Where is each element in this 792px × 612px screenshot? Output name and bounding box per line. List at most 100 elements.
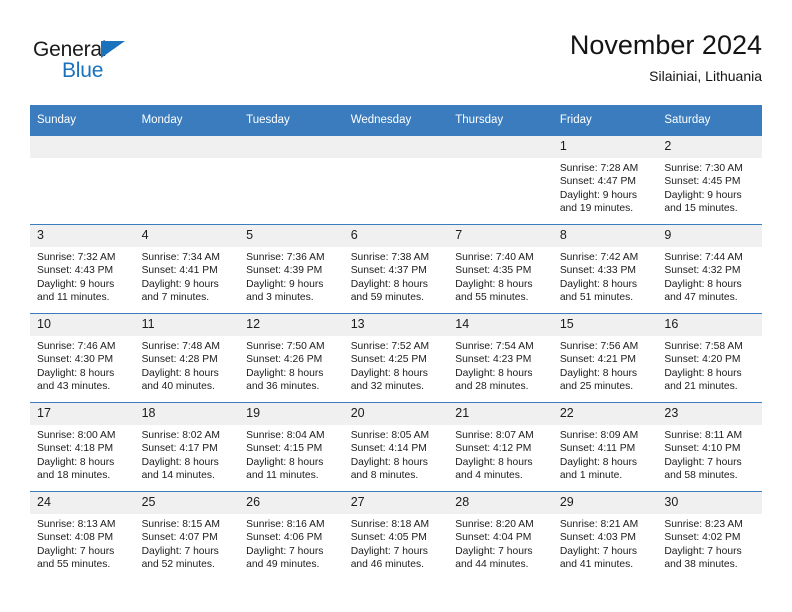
day-cell[interactable]: 16 Sunrise: 7:58 AM Sunset: 4:20 PM Dayl…: [657, 313, 762, 403]
daylight-text-line1: Daylight: 8 hours: [141, 456, 219, 468]
day-cell[interactable]: 21 Sunrise: 8:07 AM Sunset: 4:12 PM Dayl…: [448, 402, 553, 492]
day-cell[interactable]: 25 Sunrise: 8:15 AM Sunset: 4:07 PM Dayl…: [134, 491, 240, 580]
day-cell[interactable]: [134, 136, 240, 225]
daylight-text-line2: and 59 minutes.: [350, 292, 424, 304]
sunset-text: Sunset: 4:02 PM: [664, 532, 741, 544]
weekday-header-thursday: Thursday: [448, 105, 553, 136]
day-cell[interactable]: 30 Sunrise: 8:23 AM Sunset: 4:02 PM Dayl…: [657, 491, 762, 580]
day-cell[interactable]: [239, 136, 344, 225]
daylight-text-line2: and 44 minutes.: [455, 559, 529, 571]
day-details: Sunrise: 7:34 AM Sunset: 4:41 PM Dayligh…: [135, 247, 240, 305]
daylight-text-line1: Daylight: 7 hours: [664, 545, 742, 557]
day-number: 23: [657, 403, 762, 425]
day-details: Sunrise: 7:54 AM Sunset: 4:23 PM Dayligh…: [448, 336, 553, 394]
generalblue-logo[interactable]: General Blue: [33, 38, 213, 90]
daylight-text-line2: and 28 minutes.: [455, 381, 529, 393]
day-details: Sunrise: 8:00 AM Sunset: 4:18 PM Dayligh…: [30, 425, 135, 483]
day-number: 8: [552, 225, 658, 247]
day-cell[interactable]: 3 Sunrise: 7:32 AM Sunset: 4:43 PM Dayli…: [30, 224, 135, 314]
week-row: 24 Sunrise: 8:13 AM Sunset: 4:08 PM Dayl…: [30, 491, 762, 580]
daylight-text-line2: and 46 minutes.: [350, 559, 424, 571]
day-details: Sunrise: 7:44 AM Sunset: 4:32 PM Dayligh…: [657, 247, 762, 305]
daylight-text-line1: Daylight: 8 hours: [246, 367, 324, 379]
day-number: 1: [552, 136, 658, 158]
day-cell[interactable]: 28 Sunrise: 8:20 AM Sunset: 4:04 PM Dayl…: [448, 491, 553, 580]
sunset-text: Sunset: 4:12 PM: [455, 443, 532, 455]
day-cell[interactable]: 14 Sunrise: 7:54 AM Sunset: 4:23 PM Dayl…: [448, 313, 553, 403]
sunset-text: Sunset: 4:47 PM: [559, 176, 636, 188]
day-cell[interactable]: 8 Sunrise: 7:42 AM Sunset: 4:33 PM Dayli…: [552, 224, 658, 314]
daylight-text-line1: Daylight: 7 hours: [350, 545, 428, 557]
day-cell[interactable]: 5 Sunrise: 7:36 AM Sunset: 4:39 PM Dayli…: [239, 224, 344, 314]
sunrise-text: Sunrise: 8:02 AM: [141, 430, 220, 441]
day-details: Sunrise: 7:56 AM Sunset: 4:21 PM Dayligh…: [553, 336, 658, 394]
sunset-text: Sunset: 4:20 PM: [664, 354, 741, 366]
daylight-text-line1: Daylight: 7 hours: [246, 545, 324, 557]
sunset-text: Sunset: 4:03 PM: [559, 532, 636, 544]
day-cell[interactable]: 6 Sunrise: 7:38 AM Sunset: 4:37 PM Dayli…: [343, 224, 449, 314]
day-details: [30, 158, 135, 162]
day-cell[interactable]: 22 Sunrise: 8:09 AM Sunset: 4:11 PM Dayl…: [552, 402, 658, 492]
day-number: 5: [239, 225, 344, 247]
sunrise-text: Sunrise: 7:58 AM: [664, 341, 743, 352]
day-cell[interactable]: [343, 136, 449, 225]
day-details: Sunrise: 8:04 AM Sunset: 4:15 PM Dayligh…: [239, 425, 344, 483]
day-cell[interactable]: 10 Sunrise: 7:46 AM Sunset: 4:30 PM Dayl…: [30, 313, 135, 403]
sunrise-text: Sunrise: 7:56 AM: [559, 341, 639, 352]
week-row: 17 Sunrise: 8:00 AM Sunset: 4:18 PM Dayl…: [30, 402, 762, 492]
day-cell[interactable]: 13 Sunrise: 7:52 AM Sunset: 4:25 PM Dayl…: [343, 313, 449, 403]
calendar-page: General Blue November 2024 Silainiai, Li…: [0, 0, 792, 612]
day-number: 6: [343, 225, 449, 247]
day-cell[interactable]: 26 Sunrise: 8:16 AM Sunset: 4:06 PM Dayl…: [239, 491, 344, 580]
sunset-text: Sunset: 4:30 PM: [37, 354, 114, 366]
day-cell[interactable]: 23 Sunrise: 8:11 AM Sunset: 4:10 PM Dayl…: [657, 402, 762, 492]
day-number: 21: [448, 403, 553, 425]
day-cell[interactable]: 9 Sunrise: 7:44 AM Sunset: 4:32 PM Dayli…: [657, 224, 762, 314]
daylight-text-line2: and 15 minutes.: [664, 203, 738, 215]
daylight-text-line1: Daylight: 8 hours: [559, 367, 638, 379]
day-cell[interactable]: 4 Sunrise: 7:34 AM Sunset: 4:41 PM Dayli…: [134, 224, 240, 314]
day-cell[interactable]: 15 Sunrise: 7:56 AM Sunset: 4:21 PM Dayl…: [552, 313, 658, 403]
daylight-text-line2: and 11 minutes.: [246, 470, 319, 482]
sunrise-text: Sunrise: 8:00 AM: [37, 430, 116, 441]
daylight-text-line1: Daylight: 7 hours: [455, 545, 533, 557]
sunrise-text: Sunrise: 8:16 AM: [246, 519, 325, 530]
day-details: [135, 158, 240, 162]
daylight-text-line1: Daylight: 8 hours: [559, 456, 638, 468]
day-number: 2: [657, 136, 762, 158]
daylight-text-line2: and 11 minutes.: [37, 292, 110, 304]
day-cell[interactable]: 2 Sunrise: 7:30 AM Sunset: 4:45 PM Dayli…: [657, 136, 762, 225]
daylight-text-line1: Daylight: 9 hours: [246, 278, 324, 290]
day-cell[interactable]: 17 Sunrise: 8:00 AM Sunset: 4:18 PM Dayl…: [30, 402, 135, 492]
day-cell[interactable]: 1 Sunrise: 7:28 AM Sunset: 4:47 PM Dayli…: [552, 136, 658, 225]
day-cell[interactable]: [448, 136, 553, 225]
sunset-text: Sunset: 4:15 PM: [246, 443, 323, 455]
sunrise-text: Sunrise: 8:11 AM: [664, 430, 743, 441]
day-number: 3: [30, 225, 135, 247]
daylight-text-line2: and 55 minutes.: [37, 559, 111, 571]
day-cell[interactable]: 11 Sunrise: 7:48 AM Sunset: 4:28 PM Dayl…: [134, 313, 240, 403]
sunrise-text: Sunrise: 7:28 AM: [559, 163, 639, 174]
daylight-text-line1: Daylight: 7 hours: [664, 456, 742, 468]
daylight-text-line1: Daylight: 9 hours: [141, 278, 219, 290]
day-details: Sunrise: 7:48 AM Sunset: 4:28 PM Dayligh…: [135, 336, 240, 394]
sunrise-text: Sunrise: 7:44 AM: [664, 252, 743, 263]
daylight-text-line1: Daylight: 8 hours: [664, 278, 742, 290]
day-details: Sunrise: 7:42 AM Sunset: 4:33 PM Dayligh…: [553, 247, 658, 305]
day-cell[interactable]: [30, 136, 135, 225]
day-number: 7: [448, 225, 553, 247]
day-cell[interactable]: 24 Sunrise: 8:13 AM Sunset: 4:08 PM Dayl…: [30, 491, 135, 580]
day-cell[interactable]: 19 Sunrise: 8:04 AM Sunset: 4:15 PM Dayl…: [239, 402, 344, 492]
day-cell[interactable]: 20 Sunrise: 8:05 AM Sunset: 4:14 PM Dayl…: [343, 402, 449, 492]
day-cell[interactable]: 12 Sunrise: 7:50 AM Sunset: 4:26 PM Dayl…: [239, 313, 344, 403]
day-cell[interactable]: 18 Sunrise: 8:02 AM Sunset: 4:17 PM Dayl…: [134, 402, 240, 492]
day-details: Sunrise: 8:09 AM Sunset: 4:11 PM Dayligh…: [553, 425, 658, 483]
sunrise-text: Sunrise: 8:05 AM: [350, 430, 430, 441]
page-subtitle: Silainiai, Lithuania: [649, 68, 762, 84]
day-cell[interactable]: 29 Sunrise: 8:21 AM Sunset: 4:03 PM Dayl…: [552, 491, 658, 580]
day-cell[interactable]: 27 Sunrise: 8:18 AM Sunset: 4:05 PM Dayl…: [343, 491, 449, 580]
day-cell[interactable]: 7 Sunrise: 7:40 AM Sunset: 4:35 PM Dayli…: [448, 224, 553, 314]
day-details: Sunrise: 7:40 AM Sunset: 4:35 PM Dayligh…: [448, 247, 553, 305]
day-number: 26: [239, 492, 344, 514]
daylight-text-line2: and 41 minutes.: [559, 559, 634, 571]
